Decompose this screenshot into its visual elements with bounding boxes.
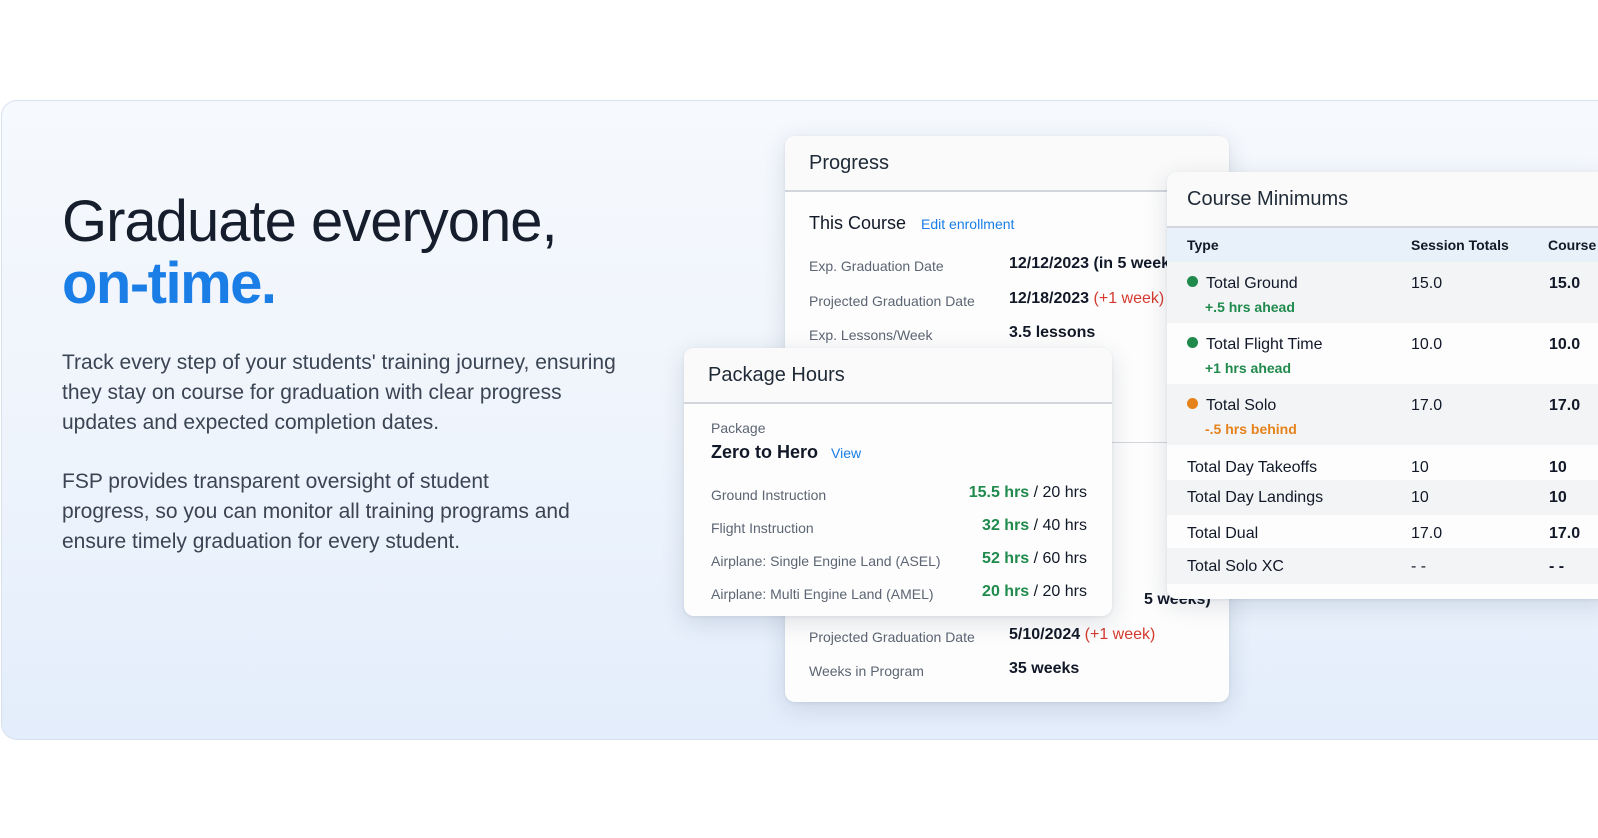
package-hours-row: Ground Instruction 15.5 hrs / 20 hrs xyxy=(711,484,1087,506)
row-status-note: +1 hrs ahead xyxy=(1205,360,1291,376)
session-total: 17.0 xyxy=(1411,525,1443,542)
table-header: Type Session Totals Course xyxy=(1167,228,1598,262)
row-type-label: Total Day Takeoffs xyxy=(1187,459,1318,476)
status-dot-icon xyxy=(1187,276,1198,287)
progress-row-value: 5/10/2024 (+1 week) xyxy=(1009,626,1155,644)
progress-row: Exp. Lessons/Week 3.5 lessons xyxy=(809,324,1229,346)
headline: Graduate everyone, on-time. xyxy=(62,189,558,316)
package-name: Zero to Hero xyxy=(711,442,819,462)
course-minimums-card: Course Minimums Type Session Totals Cour… xyxy=(1167,172,1598,599)
session-total: 10 xyxy=(1411,489,1429,506)
row-status-note: +.5 hrs ahead xyxy=(1205,299,1295,315)
row-type-label: Total Solo XC xyxy=(1187,558,1284,575)
course-total: 15.0 xyxy=(1549,275,1581,292)
projected-date: 12/18/2023 xyxy=(1009,290,1090,307)
description-paragraph-1: Track every step of your students' train… xyxy=(62,351,616,434)
package-hours-value: 20 hrs / 20 hrs xyxy=(982,583,1087,601)
package-hours-value: 15.5 hrs / 20 hrs xyxy=(969,484,1087,502)
status-dot-icon xyxy=(1187,337,1198,348)
row-type-label: Total Flight Time xyxy=(1206,336,1323,353)
course-total: 10 xyxy=(1549,459,1567,476)
status-dot-icon xyxy=(1187,398,1198,409)
session-total: 10.0 xyxy=(1411,336,1443,353)
row-type: Total Flight Time xyxy=(1187,336,1322,354)
progress-row-label: Exp. Lessons/Week xyxy=(809,327,933,343)
progress-row: Exp. Graduation Date 12/12/2023 (in 5 we… xyxy=(809,255,1229,277)
session-total: - - xyxy=(1411,558,1427,575)
column-header-course: Course xyxy=(1548,237,1597,253)
session-total: 15.0 xyxy=(1411,275,1443,292)
edit-enrollment-link[interactable]: Edit enrollment xyxy=(921,216,1014,232)
package-hours-label: Flight Instruction xyxy=(711,520,814,536)
hours-done: 32 hrs xyxy=(982,517,1030,534)
package-hours-row: Airplane: Multi Engine Land (AMEL) 20 hr… xyxy=(711,583,1087,605)
hours-done: 52 hrs xyxy=(982,550,1030,567)
progress-row-value: 3.5 lessons xyxy=(1009,324,1096,341)
package-hours-label: Airplane: Single Engine Land (ASEL) xyxy=(711,553,941,569)
progress-row-label: Projected Graduation Date xyxy=(809,293,975,309)
package-hours-title: Package Hours xyxy=(684,348,1112,404)
progress-row-value: 35 weeks xyxy=(1009,660,1080,677)
progress-row: Projected Graduation Date 12/18/2023 (+1… xyxy=(809,290,1229,312)
row-type: Total Ground xyxy=(1187,275,1298,293)
progress-row-label: Weeks in Program xyxy=(809,663,924,679)
package-hours-row: Airplane: Single Engine Land (ASEL) 52 h… xyxy=(711,550,1087,572)
package-label: Package xyxy=(711,420,766,436)
session-total: 17.0 xyxy=(1411,397,1443,414)
progress-row-value: 12/18/2023 (+1 week) xyxy=(1009,290,1164,308)
package-hours-label: Ground Instruction xyxy=(711,487,827,503)
row-type-label: Total Ground xyxy=(1206,275,1298,292)
late-delta: (+1 week) xyxy=(1084,626,1156,643)
progress-row-label: Projected Graduation Date xyxy=(809,629,975,645)
hours-total: / 20 hrs xyxy=(1033,484,1087,501)
column-header-session-totals: Session Totals xyxy=(1411,237,1509,253)
progress-row: Weeks in Program 35 weeks xyxy=(809,660,1229,682)
course-total: 17.0 xyxy=(1549,525,1581,542)
hours-total: / 60 hrs xyxy=(1033,550,1087,567)
hours-done: 15.5 hrs xyxy=(968,484,1030,501)
row-status-note: -.5 hrs behind xyxy=(1205,421,1297,437)
headline-line-2: on-time. xyxy=(62,251,277,316)
this-course-heading: This Course Edit enrollment xyxy=(809,213,1014,234)
hours-done: 20 hrs xyxy=(982,583,1030,600)
projected-date: 5/10/2024 xyxy=(1009,626,1081,643)
description-paragraph-2: FSP provides transparent oversight of st… xyxy=(62,470,570,553)
course-total: - - xyxy=(1549,558,1565,575)
course-total: 17.0 xyxy=(1549,397,1581,414)
row-type-label: Total Day Landings xyxy=(1187,489,1324,506)
course-total: 10.0 xyxy=(1549,336,1581,353)
progress-row-value: 12/12/2023 (in 5 weeks) xyxy=(1009,255,1185,272)
hours-total: / 20 hrs xyxy=(1033,583,1087,600)
session-total: 10 xyxy=(1411,459,1429,476)
view-package-link[interactable]: View xyxy=(831,445,861,461)
hours-total: / 40 hrs xyxy=(1033,517,1087,534)
row-type: Total Solo xyxy=(1187,397,1276,415)
package-name-line: Zero to Hero View xyxy=(711,442,861,463)
package-hours-label: Airplane: Multi Engine Land (AMEL) xyxy=(711,586,934,602)
column-header-type: Type xyxy=(1187,237,1219,253)
headline-line-1: Graduate everyone, xyxy=(62,189,558,254)
this-course-label: This Course xyxy=(809,213,907,233)
package-hours-card: Package Hours Package Zero to Hero View … xyxy=(684,348,1112,616)
row-type-label: Total Dual xyxy=(1187,525,1259,542)
late-delta: (+1 week) xyxy=(1093,290,1165,307)
package-hours-value: 52 hrs / 60 hrs xyxy=(982,550,1087,568)
course-total: 10 xyxy=(1549,489,1567,506)
progress-row: Projected Graduation Date 5/10/2024 (+1 … xyxy=(809,626,1229,648)
package-hours-row: Flight Instruction 32 hrs / 40 hrs xyxy=(711,517,1087,539)
row-type-label: Total Solo xyxy=(1206,397,1277,414)
progress-row-label: Exp. Graduation Date xyxy=(809,258,944,274)
progress-card-title: Progress xyxy=(785,136,1229,192)
course-minimums-title: Course Minimums xyxy=(1167,172,1598,228)
package-hours-value: 32 hrs / 40 hrs xyxy=(982,517,1087,535)
